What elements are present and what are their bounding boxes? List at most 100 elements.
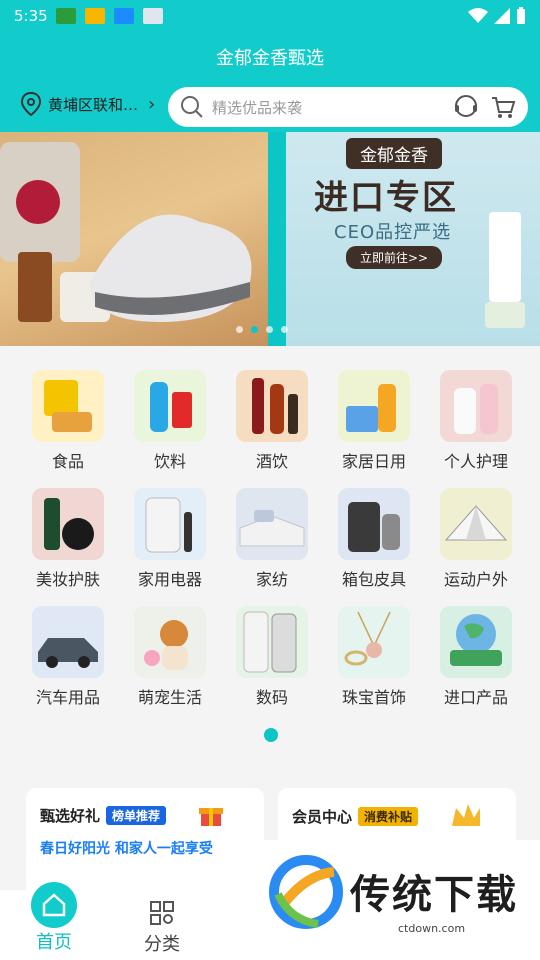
category-drinks[interactable]: 饮料 bbox=[119, 370, 221, 472]
category-jewelry[interactable]: 珠宝首饰 bbox=[323, 606, 425, 708]
category-bedding[interactable]: 家纺 bbox=[221, 488, 323, 590]
watermark-logo bbox=[269, 855, 343, 929]
carousel-dot bbox=[281, 326, 288, 333]
notification-app-icon bbox=[55, 8, 76, 24]
banner-headline: 进口专区 bbox=[314, 178, 458, 218]
location-pin-icon bbox=[20, 92, 42, 116]
category-label: 美妆护肤 bbox=[35, 570, 100, 589]
category-grid: 食品 饮料 酒饮 家居日用 个人护理 美妆护肤 家用电器 家纺 箱包皮具 运动户… bbox=[0, 346, 540, 766]
banner-subline: CEO品控严选 bbox=[334, 222, 452, 243]
search-bar[interactable]: 精选优品来袭 bbox=[168, 87, 528, 127]
signal-icon bbox=[494, 8, 510, 24]
bottom-tab-bar: 首页 分类 bbox=[0, 882, 270, 960]
beauty-icon bbox=[32, 488, 104, 560]
tab-label: 首页 bbox=[36, 932, 72, 953]
tab-category[interactable]: 分类 bbox=[112, 900, 212, 956]
category-imported[interactable]: 进口产品 bbox=[425, 606, 527, 708]
bedding-icon bbox=[236, 488, 308, 560]
jewelry-icon bbox=[338, 606, 410, 678]
category-outdoor[interactable]: 运动户外 bbox=[425, 488, 527, 590]
products-illustration bbox=[0, 142, 252, 322]
drinks-icon bbox=[134, 370, 206, 442]
banner-cta-button[interactable]: 立即前往>> bbox=[346, 246, 443, 269]
watermark-text: 传统下载 bbox=[350, 872, 518, 918]
watermark-overlay: 传统下载 ctdown.com bbox=[262, 840, 540, 960]
category-page-indicator bbox=[264, 728, 278, 742]
status-bar: 5:35 bbox=[0, 0, 540, 32]
luggage-icon bbox=[338, 488, 410, 560]
category-label: 箱包皮具 bbox=[341, 570, 406, 589]
banner-product-image bbox=[0, 132, 268, 346]
battery-icon bbox=[517, 7, 525, 24]
category-label: 进口产品 bbox=[443, 688, 508, 707]
category-label: 运动户外 bbox=[443, 570, 508, 589]
carousel-dot bbox=[236, 326, 243, 333]
promo-subtitle: 春日好阳光 和家人一起享受 bbox=[40, 841, 213, 857]
category-label: 家用电器 bbox=[137, 570, 202, 589]
carousel-dot-active bbox=[251, 326, 258, 333]
category-household[interactable]: 家居日用 bbox=[323, 370, 425, 472]
home-icon bbox=[31, 882, 77, 928]
notification-app-icon bbox=[142, 8, 163, 24]
promo-badge: 消费补贴 bbox=[358, 806, 419, 826]
category-label: 汽车用品 bbox=[35, 688, 100, 707]
category-label: 酒饮 bbox=[255, 452, 288, 471]
category-digital[interactable]: 数码 bbox=[221, 606, 323, 708]
tab-label: 分类 bbox=[144, 934, 180, 955]
wifi-icon bbox=[468, 8, 488, 23]
category-label: 家纺 bbox=[255, 570, 288, 589]
category-label: 食品 bbox=[51, 452, 84, 471]
car-icon bbox=[32, 606, 104, 678]
cart-icon[interactable] bbox=[490, 94, 516, 120]
banner-tag: 金郁金香 bbox=[346, 138, 442, 169]
category-food[interactable]: 食品 bbox=[17, 370, 119, 472]
category-alcohol[interactable]: 酒饮 bbox=[221, 370, 323, 472]
gift-icon bbox=[199, 808, 224, 826]
category-label: 萌宠生活 bbox=[137, 688, 202, 707]
location-selector[interactable]: 黄埔区联和… › bbox=[20, 92, 155, 116]
category-auto[interactable]: 汽车用品 bbox=[17, 606, 119, 708]
carousel-dot bbox=[266, 326, 273, 333]
search-icon bbox=[181, 96, 203, 118]
download-icon bbox=[113, 8, 134, 24]
customer-service-icon[interactable] bbox=[452, 93, 480, 121]
dog-icon bbox=[134, 606, 206, 678]
phone-icon bbox=[236, 606, 308, 678]
promo-card-gifts[interactable]: 甄选好礼 榜单推荐 春日好阳光 和家人一起享受 bbox=[26, 788, 264, 898]
promo-title: 甄选好礼 bbox=[40, 806, 101, 825]
food-icon bbox=[32, 370, 104, 442]
promo-badge: 榜单推荐 bbox=[106, 805, 167, 825]
category-label: 个人护理 bbox=[443, 452, 508, 471]
category-pets[interactable]: 萌宠生活 bbox=[119, 606, 221, 708]
promo-title: 会员中心 bbox=[292, 807, 353, 826]
crown-icon bbox=[452, 804, 481, 826]
category-label: 饮料 bbox=[153, 452, 186, 471]
location-text: 黄埔区联和… bbox=[48, 95, 139, 114]
promo-banner[interactable]: 金郁金香 进口专区 CEO品控严选 立即前往>> bbox=[0, 132, 540, 346]
wine-bottle-icon bbox=[236, 370, 308, 442]
page-title: 金郁金香甄选 bbox=[216, 48, 324, 69]
category-label: 珠宝首饰 bbox=[341, 688, 406, 707]
status-time: 5:35 bbox=[14, 7, 48, 25]
category-appliances[interactable]: 家用电器 bbox=[119, 488, 221, 590]
skincare-tube-illustration bbox=[485, 212, 525, 328]
category-luggage[interactable]: 箱包皮具 bbox=[323, 488, 425, 590]
header: 金郁金香甄选 黄埔区联和… › 精选优品来袭 bbox=[0, 32, 540, 132]
carousel-indicator bbox=[236, 326, 288, 333]
search-input[interactable]: 精选优品来袭 bbox=[212, 97, 452, 118]
personal-care-icon bbox=[440, 370, 512, 442]
watermark-url: ctdown.com bbox=[398, 922, 466, 935]
globe-icon bbox=[440, 606, 512, 678]
banner-import-zone: 金郁金香 进口专区 CEO品控严选 立即前往>> bbox=[286, 132, 540, 346]
category-label: 家居日用 bbox=[341, 452, 406, 471]
category-beauty[interactable]: 美妆护肤 bbox=[17, 488, 119, 590]
tent-icon bbox=[440, 488, 512, 560]
chevron-right-icon: › bbox=[148, 93, 156, 115]
tab-home[interactable]: 首页 bbox=[4, 882, 104, 954]
category-label: 数码 bbox=[255, 688, 288, 707]
appliance-icon bbox=[134, 488, 206, 560]
category-personal-care[interactable]: 个人护理 bbox=[425, 370, 527, 472]
household-icon bbox=[338, 370, 410, 442]
notification-app-icon bbox=[84, 8, 105, 24]
category-grid-icon bbox=[150, 901, 174, 925]
